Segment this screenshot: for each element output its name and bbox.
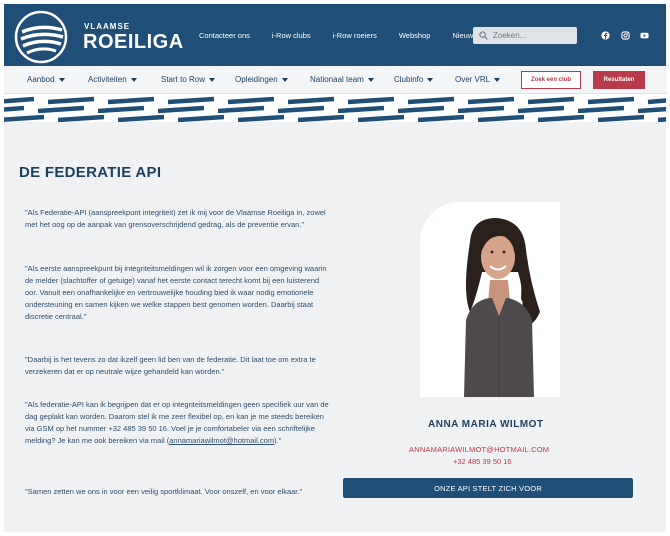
chevron-down-icon [58,77,65,82]
search-input[interactable] [493,31,573,40]
email-link-inline[interactable]: annamariawilmot@hotmail.com [169,436,274,445]
nav-label: Aanbod [27,75,55,84]
chevron-down-icon [494,77,501,82]
page: VLAAMSE ROEILIGA Contacteer ons i-Row cl… [4,4,666,532]
api-intro-button[interactable]: ONZE API STELT ZICH VOOR [343,478,633,498]
search-box[interactable] [473,27,577,44]
nav-label: Start to Row [161,75,206,84]
wave-divider [4,94,666,122]
top-header: VLAAMSE ROEILIGA Contacteer ons i-Row cl… [4,4,666,66]
nav-label: Opleidingen [235,75,278,84]
nav-item-start-to-row[interactable]: Start to Row [161,75,216,84]
nav-label: Clubinfo [394,75,424,84]
toplink-irow-clubs[interactable]: i-Row clubs [272,31,311,40]
chevron-down-icon [209,77,216,82]
paragraph-2: "Als eerste aanspreekpunt bij integritei… [25,264,327,321]
chevron-down-icon [367,77,374,82]
brand-small: VLAAMSE [84,22,131,31]
nav-item-aanbod[interactable]: Aanbod [27,75,65,84]
paragraph-3: "Daarbij is het tevens zo dat ikzelf gee… [25,355,316,376]
contact-email-link[interactable]: ANNAMARIAWILMOT@HOTMAIL.COM [409,445,549,454]
toplink-irow-roeiers[interactable]: i-Row roeiers [333,31,377,40]
search-icon [479,31,488,40]
top-links: Contacteer ons i-Row clubs i-Row roeiers… [199,31,499,40]
nav-label: Over VRL [455,75,491,84]
chevron-down-icon [427,77,434,82]
nav-item-opleidingen[interactable]: Opleidingen [235,75,288,84]
youtube-icon[interactable] [640,31,649,40]
nav-label: Nationaal team [310,75,364,84]
contact-phone-link[interactable]: +32 485 39 50 16 [453,457,512,466]
paragraph-4-end: )." [273,436,282,445]
chevron-down-icon [130,77,137,82]
toplink-webshop[interactable]: Webshop [399,31,431,40]
nav-label: Activiteiten [88,75,127,84]
nav-item-clubinfo[interactable]: Clubinfo [394,75,434,84]
portrait-illustration [420,202,560,397]
brand-name[interactable]: ROEILIGA [83,31,184,54]
nav-item-activiteiten[interactable]: Activiteiten [88,75,137,84]
paragraph-1: "Als Federatie-API (aanspreekpunt integr… [25,208,326,229]
instagram-icon[interactable] [621,31,630,40]
contact-name: ANNA MARIA WILMOT [428,419,544,430]
paragraph-5: "Samen zetten we ons in voor een veilig … [25,487,303,496]
nav-item-nationaal-team[interactable]: Nationaal team [310,75,374,84]
nav-item-over-vrl[interactable]: Over VRL [455,75,501,84]
logo-rowing-mark-icon[interactable] [14,10,68,64]
portrait-photo [420,202,560,397]
chevron-down-icon [281,77,288,82]
page-title: DE FEDERATIE API [19,164,162,181]
main-nav: Aanbod Activiteiten Start to Row Opleidi… [4,66,666,94]
find-club-button[interactable]: Zoek een club [521,71,581,89]
toplink-contact[interactable]: Contacteer ons [199,31,250,40]
results-button[interactable]: Resultaten [593,71,645,89]
paragraph-4: "Als federatie-API kan ik begrijpen dat … [25,399,330,447]
facebook-icon[interactable] [601,31,610,40]
